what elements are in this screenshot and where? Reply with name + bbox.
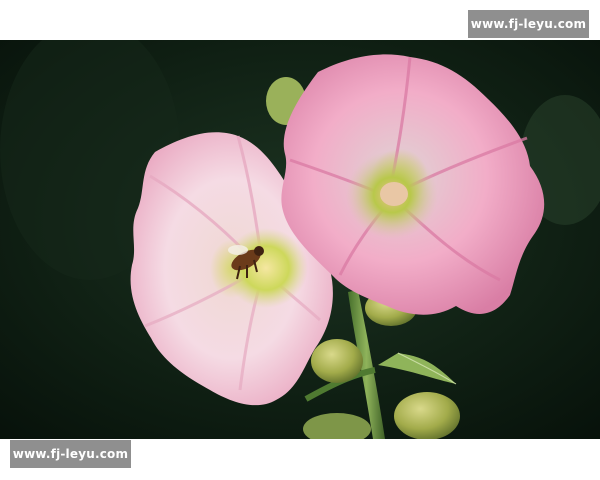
right-flower-pistil: [380, 182, 408, 206]
bud-lower-right: [394, 392, 460, 439]
bee-head: [254, 246, 264, 256]
watermark-bottom: www.fj-leyu.com: [10, 440, 131, 468]
watermark-top: www.fj-leyu.com: [468, 10, 589, 38]
flower-photo: [0, 40, 600, 439]
bee-wing: [228, 245, 248, 255]
flower-photo-svg: [0, 40, 600, 439]
page: www.fj-leyu.com www.fj-leyu.com: [0, 0, 600, 480]
bud-middle: [311, 339, 363, 383]
